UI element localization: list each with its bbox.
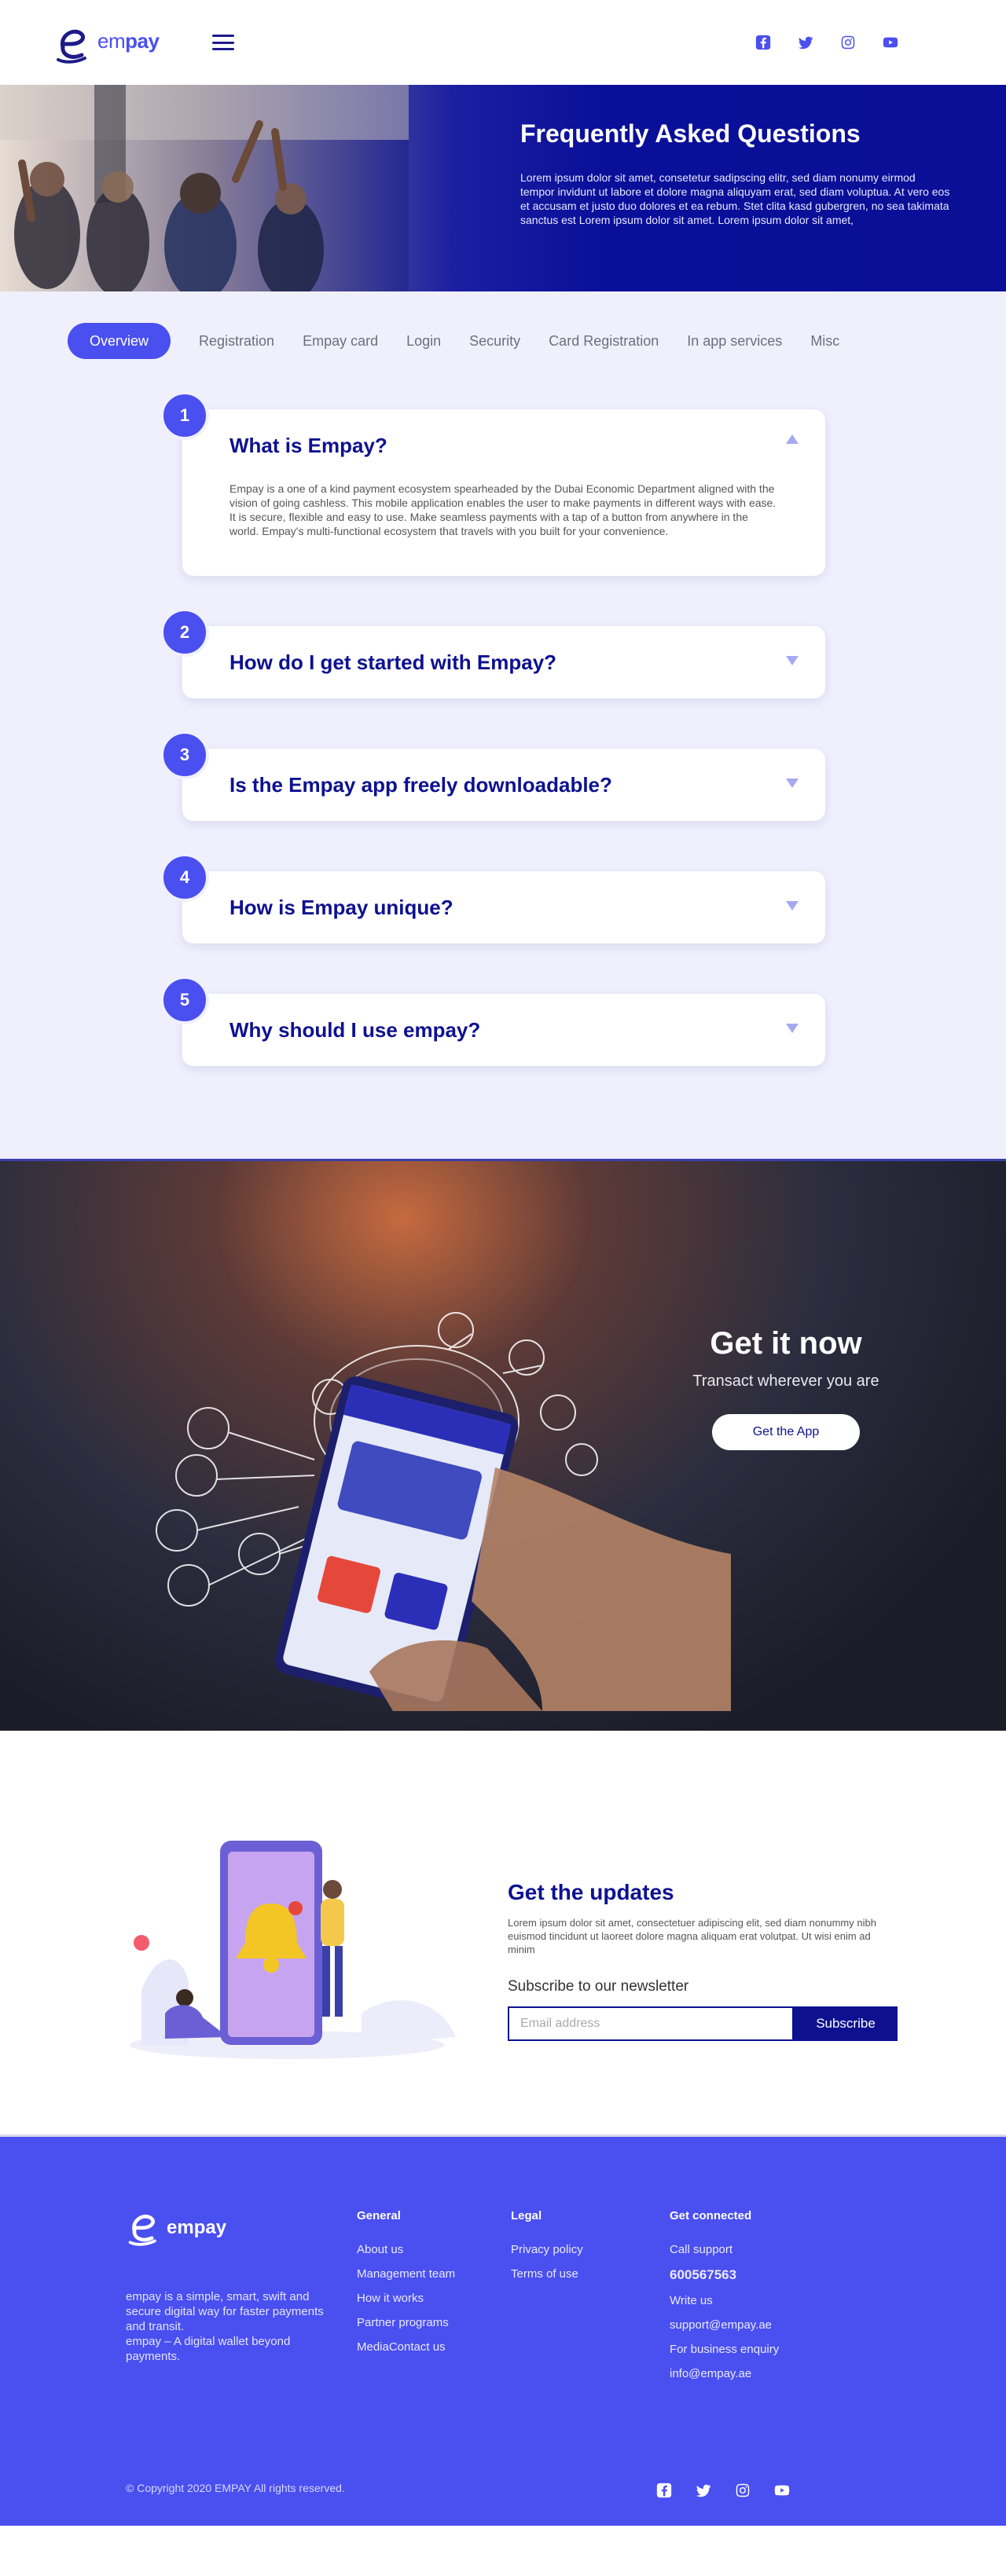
header-social-links bbox=[754, 34, 899, 51]
get-app-banner: Get it now Transact wherever you are Get… bbox=[0, 1159, 1006, 1731]
footer-link-privacy[interactable]: Privacy policy bbox=[511, 2243, 583, 2256]
faq-item: 1 What is Empay? Empay is a one of a kin… bbox=[160, 391, 825, 576]
twitter-icon[interactable] bbox=[797, 34, 814, 51]
support-email-link[interactable]: support@empay.ae bbox=[670, 2318, 779, 2332]
youtube-icon[interactable] bbox=[882, 34, 899, 51]
faq-question[interactable]: What is Empay? bbox=[229, 431, 778, 460]
faq-question[interactable]: How do I get started with Empay? bbox=[229, 648, 778, 676]
chevron-down-icon[interactable] bbox=[786, 779, 799, 788]
info-email-link[interactable]: info@empay.ae bbox=[670, 2367, 779, 2380]
instagram-icon[interactable] bbox=[839, 34, 857, 51]
tab-registration[interactable]: Registration bbox=[185, 323, 288, 359]
newsletter-title: Get the updates bbox=[508, 1880, 674, 1904]
page-title: Frequently Asked Questions bbox=[520, 119, 861, 148]
faq-number-badge: 5 bbox=[160, 976, 209, 1024]
tab-login[interactable]: Login bbox=[392, 323, 455, 359]
hero-text-block: Frequently Asked Questions Lorem ipsum d… bbox=[520, 119, 953, 227]
faq-card-collapsed[interactable]: How is Empay unique? bbox=[182, 871, 825, 944]
footer-link-management[interactable]: Management team bbox=[357, 2267, 455, 2281]
footer-write-us: Write us bbox=[670, 2294, 713, 2307]
faq-question[interactable]: How is Empay unique? bbox=[229, 893, 778, 922]
faq-card-collapsed[interactable]: Is the Empay app freely downloadable? bbox=[182, 749, 825, 821]
empay-logo-mark bbox=[57, 29, 86, 64]
empay-logo-mark bbox=[128, 2215, 156, 2246]
footer-social-links bbox=[655, 2482, 791, 2499]
empay-logo[interactable]: empay bbox=[53, 20, 160, 64]
footer-wordmark: empay bbox=[167, 2217, 227, 2238]
footer-legal-title: Legal bbox=[511, 2209, 542, 2222]
footer-general-column: General About us Management team How it … bbox=[357, 2209, 455, 2365]
subscribe-button[interactable]: Subscribe bbox=[794, 2006, 898, 2041]
faq-section: Overview Registration Empay card Login S… bbox=[0, 291, 1006, 1159]
support-phone-link[interactable]: 600567563 bbox=[670, 2267, 779, 2283]
faq-number-badge: 3 bbox=[160, 731, 209, 779]
notification-bell-illustration bbox=[130, 1841, 456, 2059]
faq-hero-banner: Frequently Asked Questions Lorem ipsum d… bbox=[0, 85, 1006, 291]
site-footer: empay empay is a simple, smart, swift an… bbox=[0, 2134, 1006, 2526]
footer-brand: empay empay is a simple, smart, swift an… bbox=[126, 2206, 338, 2364]
youtube-icon[interactable] bbox=[773, 2482, 791, 2499]
instagram-icon[interactable] bbox=[734, 2482, 751, 2499]
hamburger-icon[interactable] bbox=[212, 35, 235, 50]
tab-in-app-services[interactable]: In app services bbox=[673, 323, 796, 359]
footer-link-about[interactable]: About us bbox=[357, 2243, 455, 2256]
faq-answer: Empay is a one of a kind payment ecosyst… bbox=[229, 482, 777, 537]
faq-question[interactable]: Is the Empay app freely downloadable? bbox=[229, 771, 778, 799]
faq-number-badge: 4 bbox=[160, 853, 209, 902]
facebook-icon[interactable] bbox=[754, 34, 772, 51]
footer-call-support: Call support bbox=[670, 2243, 733, 2256]
tab-security[interactable]: Security bbox=[455, 323, 534, 359]
newsletter-section: Get the updates Lorem ipsum dolor sit am… bbox=[0, 1731, 1006, 2134]
tab-misc[interactable]: Misc bbox=[796, 323, 854, 359]
footer-link-terms[interactable]: Terms of use bbox=[511, 2267, 583, 2281]
get-the-app-button[interactable]: Get the App bbox=[711, 1414, 861, 1450]
chevron-down-icon[interactable] bbox=[786, 1024, 799, 1033]
faq-item: 3 Is the Empay app freely downloadable? bbox=[160, 731, 825, 821]
faq-question[interactable]: Why should I use empay? bbox=[229, 1016, 778, 1044]
footer-link-how-it-works[interactable]: How it works bbox=[357, 2292, 455, 2305]
faq-number-badge: 2 bbox=[160, 608, 209, 657]
tab-empay-card[interactable]: Empay card bbox=[288, 323, 392, 359]
faq-card-collapsed[interactable]: Why should I use empay? bbox=[182, 994, 825, 1066]
newsletter-label: Subscribe to our newsletter bbox=[508, 1978, 689, 1995]
get-app-title: Get it now bbox=[710, 1326, 862, 1361]
twitter-icon[interactable] bbox=[695, 2482, 712, 2499]
faq-card-expanded[interactable]: What is Empay? Empay is a one of a kind … bbox=[182, 409, 825, 576]
footer-tagline: empay – A digital wallet beyond payments… bbox=[126, 2335, 291, 2363]
get-app-cta: Get it now Transact wherever you are Get… bbox=[676, 1326, 896, 1450]
site-header: empay bbox=[0, 0, 1006, 85]
faq-list: 1 What is Empay? Empay is a one of a kin… bbox=[0, 391, 1006, 1066]
faq-item: 5 Why should I use empay? bbox=[160, 976, 825, 1066]
copyright-text: © Copyright 2020 EMPAY All rights reserv… bbox=[126, 2482, 345, 2494]
get-app-subtitle: Transact wherever you are bbox=[692, 1372, 879, 1390]
faq-number-badge: 1 bbox=[160, 391, 209, 440]
newsletter-block: Get the updates Lorem ipsum dolor sit am… bbox=[508, 1880, 901, 2041]
audience-photo bbox=[0, 85, 409, 291]
footer-link-media-contact[interactable]: MediaContact us bbox=[357, 2340, 455, 2354]
tab-overview[interactable]: Overview bbox=[68, 323, 171, 359]
faq-item: 2 How do I get started with Empay? bbox=[160, 608, 825, 698]
footer-connected-column: Get connected Call support 600567563 Wri… bbox=[670, 2209, 779, 2391]
footer-general-title: General bbox=[357, 2209, 401, 2222]
footer-connected-title: Get connected bbox=[670, 2209, 752, 2222]
newsletter-description: Lorem ipsum dolor sit amet, consectetuer… bbox=[508, 1917, 876, 1955]
logo-wordmark: empay bbox=[97, 29, 160, 53]
newsletter-form: Subscribe bbox=[508, 2006, 901, 2041]
footer-business-enquiry: For business enquiry bbox=[670, 2343, 780, 2356]
faq-category-tabs: Overview Registration Empay card Login S… bbox=[0, 323, 1006, 359]
chevron-down-icon[interactable] bbox=[786, 901, 799, 911]
hero-description: Lorem ipsum dolor sit amet, consetetur s… bbox=[520, 171, 950, 226]
phone-in-hand-illustration bbox=[156, 1312, 731, 1711]
faq-card-collapsed[interactable]: How do I get started with Empay? bbox=[182, 626, 825, 698]
chevron-down-icon[interactable] bbox=[786, 656, 799, 665]
facebook-icon[interactable] bbox=[655, 2482, 673, 2499]
footer-legal-column: Legal Privacy policy Terms of use bbox=[511, 2209, 583, 2292]
chevron-up-icon[interactable] bbox=[786, 434, 799, 444]
footer-logo[interactable]: empay bbox=[126, 2206, 338, 2247]
footer-description: empay is a simple, smart, swift and secu… bbox=[126, 2290, 324, 2333]
email-field[interactable] bbox=[508, 2006, 794, 2041]
footer-link-partner[interactable]: Partner programs bbox=[357, 2316, 455, 2329]
faq-item: 4 How is Empay unique? bbox=[160, 853, 825, 944]
tab-card-registration[interactable]: Card Registration bbox=[534, 323, 673, 359]
